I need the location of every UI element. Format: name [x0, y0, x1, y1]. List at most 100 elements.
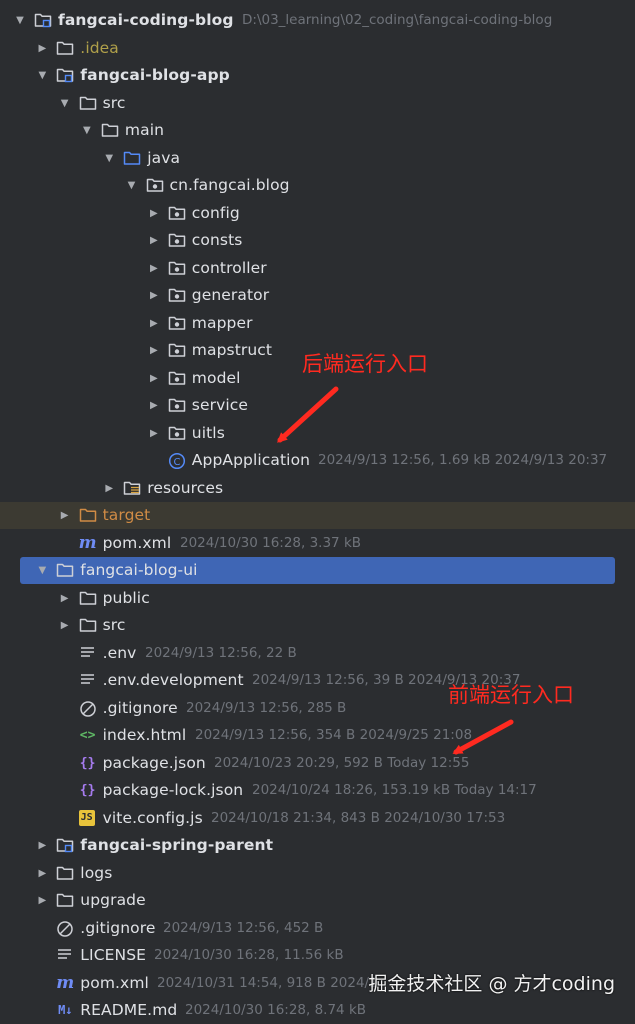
tree-row[interactable]: ▶ controller — [0, 255, 635, 282]
chevron-down-icon[interactable]: ▼ — [80, 117, 94, 144]
tree-row[interactable]: {} package-lock.json 2024/10/24 18:26, 153… — [0, 777, 635, 804]
tree-item-label: cn.fangcai.blog — [169, 176, 290, 194]
tree-row[interactable]: ▼ main — [0, 117, 635, 144]
chevron-right-icon[interactable]: ▶ — [35, 832, 49, 859]
tree-item-meta: 2024/10/30 16:28, 11.56 kB — [154, 947, 344, 963]
tree-row[interactable]: ▼ fangcai-coding-blog D:\03_learning\02_co… — [0, 7, 635, 34]
tree-item-label: fangcai-blog-app — [80, 66, 230, 84]
tree-item-label: .gitignore — [102, 698, 178, 717]
chevron-right-icon[interactable]: ▶ — [147, 282, 161, 309]
chevron-down-icon[interactable]: ▼ — [58, 90, 72, 117]
package-icon — [168, 232, 186, 249]
json-file-icon: {} — [79, 783, 96, 798]
chevron-down-icon[interactable]: ▼ — [35, 62, 49, 89]
package-icon — [168, 287, 186, 304]
folder-icon — [56, 40, 74, 57]
svg-text:C: C — [173, 457, 180, 468]
tree-row[interactable]: {} package.json 2024/10/23 20:29, 592 B To… — [0, 750, 635, 777]
tree-item-meta: 2024/10/23 20:29, 592 B Today 12:55 — [214, 754, 470, 771]
folder-icon — [79, 95, 97, 112]
tree-item-label: pom.xml — [102, 533, 172, 552]
tree-item-meta: 2024/9/13 12:56, 22 B — [145, 644, 297, 661]
tree-row[interactable]: C AppApplication 2024/9/13 12:56, 1.69 kB … — [0, 447, 635, 474]
tree-row[interactable]: ▶ target — [0, 502, 635, 529]
package-icon — [146, 177, 164, 194]
tree-row[interactable]: LICENSE 2024/10/30 16:28, 11.56 kB — [0, 942, 635, 969]
tree-row[interactable]: ▶ mapper — [0, 310, 635, 337]
chevron-right-icon[interactable]: ▶ — [147, 420, 161, 447]
package-icon — [168, 205, 186, 222]
folder-icon — [56, 865, 74, 882]
chevron-right-icon[interactable]: ▶ — [147, 200, 161, 227]
tree-item-label: README.md — [80, 1001, 178, 1019]
tree-row[interactable]: ▼ java — [0, 145, 635, 172]
chevron-right-icon[interactable]: ▶ — [102, 475, 116, 502]
tree-row[interactable]: ▼ src — [0, 90, 635, 117]
tree-item-label: vite.config.js — [102, 808, 203, 827]
chevron-right-icon[interactable]: ▶ — [58, 502, 72, 529]
tree-item-label: target — [102, 506, 151, 524]
tree-item-label: fangcai-blog-ui — [80, 561, 198, 579]
module-folder-icon — [56, 67, 74, 84]
tree-item-label: .env.development — [102, 671, 244, 689]
chevron-right-icon[interactable]: ▶ — [35, 35, 49, 62]
tree-row[interactable]: ▶ public — [0, 585, 635, 612]
tree-item-label: fangcai-coding-blog — [58, 11, 234, 29]
tree-row[interactable]: ▼ fangcai-blog-ui — [20, 557, 615, 584]
watermark: 掘金技术社区 @ 方才coding — [368, 973, 615, 995]
tree-item-label: src — [102, 616, 126, 634]
chevron-right-icon[interactable]: ▶ — [58, 612, 72, 639]
chevron-right-icon[interactable]: ▶ — [147, 337, 161, 364]
tree-item-label: LICENSE — [80, 946, 147, 964]
chevron-right-icon[interactable]: ▶ — [147, 365, 161, 392]
tree-row[interactable]: .gitignore 2024/9/13 12:56, 452 B — [0, 915, 635, 942]
tree-row[interactable]: <> index.html 2024/9/13 12:56, 354 B 2024/… — [0, 722, 635, 749]
tree-row[interactable]: JS vite.config.js 2024/10/18 21:34, 843 B … — [0, 805, 635, 832]
package-icon — [168, 260, 186, 277]
chevron-down-icon[interactable]: ▼ — [13, 7, 27, 34]
tree-row[interactable]: ▶ logs — [0, 860, 635, 887]
chevron-right-icon[interactable]: ▶ — [147, 310, 161, 337]
tree-row[interactable]: ▶ service — [0, 392, 635, 419]
tree-row[interactable]: ▶ resources — [0, 475, 635, 502]
tree-item-label: .env — [102, 643, 137, 662]
tree-row[interactable]: ▶ upgrade — [0, 887, 635, 914]
chevron-down-icon[interactable]: ▼ — [102, 145, 116, 172]
tree-row[interactable]: ▶ uitls — [0, 420, 635, 447]
tree-item-label: logs — [80, 863, 113, 882]
tree-row[interactable]: ▼ cn.fangcai.blog — [0, 172, 635, 199]
tree-row[interactable]: ▼ fangcai-blog-app — [0, 62, 635, 89]
chevron-right-icon[interactable]: ▶ — [35, 887, 49, 914]
chevron-right-icon[interactable]: ▶ — [35, 860, 49, 887]
tree-row[interactable]: ▶ generator — [0, 282, 635, 309]
project-tree[interactable]: ▼ fangcai-coding-blog D:\03_learning\02_co… — [0, 0, 635, 1019]
tree-item-label: java — [147, 148, 181, 167]
chevron-right-icon[interactable]: ▶ — [147, 392, 161, 419]
tree-item-meta: D:\03_learning\02_coding\fangcai-coding-… — [242, 12, 553, 28]
tree-row[interactable]: ▶ fangcai-spring-parent — [0, 832, 635, 859]
tree-item-label: fangcai-spring-parent — [80, 836, 274, 854]
tree-row[interactable]: m pom.xml 2024/10/30 16:28, 3.37 kB — [0, 530, 635, 557]
chevron-right-icon[interactable]: ▶ — [58, 585, 72, 612]
package-icon — [168, 370, 186, 387]
text-file-icon — [79, 645, 97, 662]
tree-row[interactable]: ▶ config — [0, 200, 635, 227]
tree-row[interactable]: ▶ .idea — [0, 35, 635, 62]
chevron-right-icon[interactable]: ▶ — [147, 227, 161, 254]
annotation-frontend-entry: 前端运行入口 — [448, 683, 574, 707]
chevron-down-icon[interactable]: ▼ — [125, 172, 139, 199]
tree-row[interactable]: ▶ src — [0, 612, 635, 639]
folder-icon — [56, 892, 74, 909]
tree-item-meta: 2024/9/13 12:56, 1.69 kB 2024/9/13 20:37 — [318, 452, 608, 468]
text-file-icon — [79, 672, 97, 689]
tree-row[interactable]: ▶ consts — [0, 227, 635, 254]
tree-item-label: consts — [191, 231, 243, 249]
tree-item-label: main — [124, 121, 165, 139]
tree-item-meta: 2024/9/13 12:56, 354 B 2024/9/25 21:08 — [195, 727, 473, 743]
tree-row[interactable]: M↓ README.md 2024/10/30 16:28, 8.74 kB — [0, 997, 635, 1024]
tree-item-label: src — [102, 93, 126, 112]
chevron-down-icon[interactable]: ▼ — [35, 557, 49, 584]
chevron-right-icon[interactable]: ▶ — [147, 255, 161, 282]
resources-folder-icon — [123, 480, 141, 497]
tree-row[interactable]: .env 2024/9/13 12:56, 22 B — [0, 640, 635, 667]
